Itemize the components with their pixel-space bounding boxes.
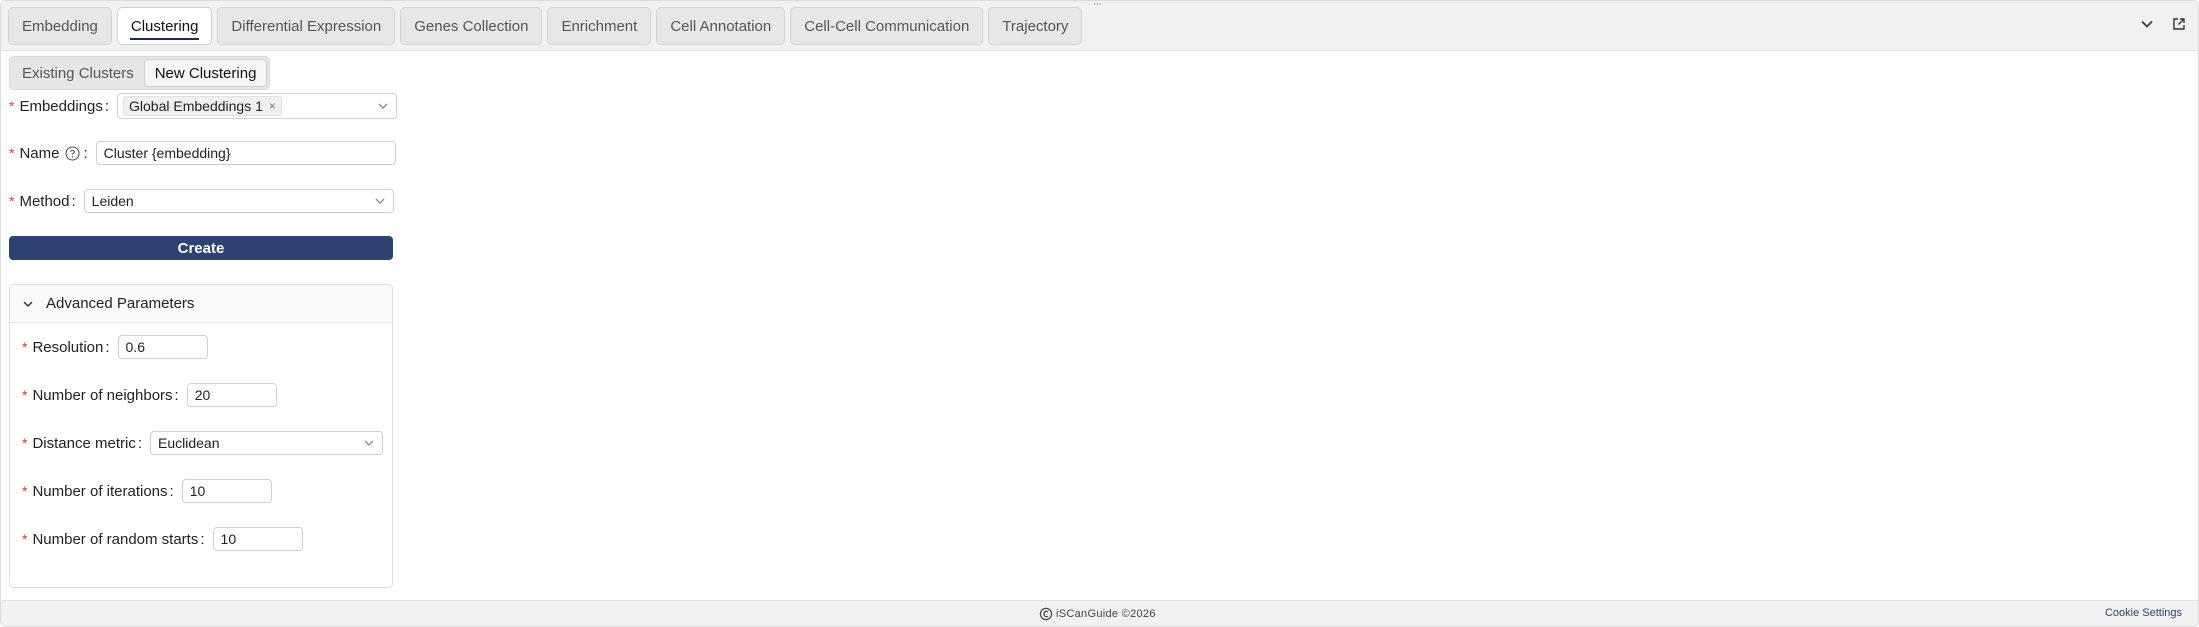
create-button[interactable]: Create bbox=[9, 236, 393, 260]
footer-brand: iSCanGuide ©2026 bbox=[1039, 607, 1156, 621]
remove-tag-icon[interactable]: × bbox=[269, 99, 276, 113]
tab-embedding[interactable]: Embedding bbox=[8, 7, 112, 45]
method-row: * Method : Leiden bbox=[9, 189, 394, 213]
drag-handle-icon[interactable]: ··· bbox=[1093, 1, 1102, 10]
distance-metric-label: Distance metric bbox=[32, 434, 136, 452]
open-external-icon[interactable] bbox=[2172, 17, 2186, 31]
clustering-mode-switch: Existing Clusters New Clustering bbox=[9, 56, 271, 90]
random-starts-row: * Number of random starts : 10 bbox=[22, 527, 303, 551]
neighbors-input[interactable]: 20 bbox=[186, 383, 277, 407]
footer-brand-text: iSCanGuide ©2026 bbox=[1056, 608, 1156, 620]
tab-differential-expression[interactable]: Differential Expression bbox=[217, 7, 396, 45]
required-mark: * bbox=[9, 145, 15, 161]
tab-cell-cell-communication[interactable]: Cell-Cell Communication bbox=[790, 7, 984, 45]
advanced-parameters-panel: Advanced Parameters * Resolution : 0.6 *… bbox=[9, 284, 393, 588]
name-label: Name bbox=[19, 144, 60, 162]
embeddings-row: * Embeddings : Global Embeddings 1 × bbox=[9, 93, 398, 119]
name-input[interactable]: Cluster {embedding} bbox=[95, 141, 396, 165]
method-select[interactable]: Leiden bbox=[83, 189, 394, 213]
help-icon[interactable] bbox=[65, 145, 81, 161]
subtab-new-clustering[interactable]: New Clustering bbox=[143, 59, 268, 87]
clustering-panel: Existing Clusters New Clustering * Embed… bbox=[9, 56, 398, 588]
window-controls bbox=[2140, 17, 2186, 31]
required-mark: * bbox=[22, 435, 28, 451]
tab-enrichment[interactable]: Enrichment bbox=[547, 7, 652, 45]
cookie-settings-link[interactable]: Cookie Settings bbox=[2105, 607, 2182, 619]
chevron-down-icon bbox=[364, 440, 374, 446]
method-value: Leiden bbox=[91, 193, 134, 209]
iterations-label: Number of iterations bbox=[32, 482, 168, 500]
iterations-input[interactable]: 10 bbox=[181, 479, 272, 503]
chevron-down-icon[interactable] bbox=[2140, 17, 2154, 31]
app-window: ··· Embedding Clustering Differential Ex… bbox=[0, 0, 2199, 627]
resolution-input[interactable]: 0.6 bbox=[117, 335, 208, 359]
chevron-down-icon bbox=[375, 198, 385, 204]
subtab-existing-clusters[interactable]: Existing Clusters bbox=[12, 59, 144, 87]
required-mark: * bbox=[22, 387, 28, 403]
logo-icon bbox=[1039, 607, 1053, 621]
embeddings-label: Embeddings bbox=[19, 97, 103, 115]
embedding-tag: Global Embeddings 1 × bbox=[123, 96, 282, 116]
embedding-tag-label: Global Embeddings 1 bbox=[129, 98, 263, 114]
neighbors-row: * Number of neighbors : 20 bbox=[22, 383, 277, 407]
neighbors-label: Number of neighbors bbox=[32, 386, 173, 404]
iterations-row: * Number of iterations : 10 bbox=[22, 479, 272, 503]
chevron-down-icon bbox=[378, 103, 388, 109]
tab-cell-annotation[interactable]: Cell Annotation bbox=[656, 7, 786, 45]
required-mark: * bbox=[22, 483, 28, 499]
required-mark: * bbox=[9, 193, 15, 209]
method-label: Method bbox=[19, 192, 70, 210]
chevron-down-icon bbox=[23, 300, 33, 307]
required-mark: * bbox=[22, 339, 28, 355]
tab-bar: ··· Embedding Clustering Differential Ex… bbox=[1, 1, 2198, 51]
distance-metric-value: Euclidean bbox=[157, 435, 220, 451]
footer: iSCanGuide ©2026 Cookie Settings bbox=[1, 600, 2198, 626]
distance-metric-select[interactable]: Euclidean bbox=[149, 431, 383, 455]
tab-trajectory[interactable]: Trajectory bbox=[988, 7, 1083, 45]
required-mark: * bbox=[22, 531, 28, 547]
required-mark: * bbox=[9, 98, 15, 114]
name-row: * Name : Cluster {embedding} bbox=[9, 141, 396, 165]
tab-genes-collection[interactable]: Genes Collection bbox=[400, 7, 543, 45]
distance-metric-row: * Distance metric : Euclidean bbox=[22, 431, 383, 455]
tab-clustering[interactable]: Clustering bbox=[116, 7, 213, 45]
random-starts-input[interactable]: 10 bbox=[212, 527, 303, 551]
embeddings-select[interactable]: Global Embeddings 1 × bbox=[117, 93, 398, 119]
tab-list: Embedding Clustering Differential Expres… bbox=[8, 7, 1083, 45]
advanced-parameters-header[interactable]: Advanced Parameters bbox=[10, 285, 392, 323]
resolution-label: Resolution bbox=[32, 338, 104, 356]
advanced-parameters-title: Advanced Parameters bbox=[46, 295, 195, 312]
resolution-row: * Resolution : 0.6 bbox=[22, 335, 208, 359]
random-starts-label: Number of random starts bbox=[32, 530, 199, 548]
